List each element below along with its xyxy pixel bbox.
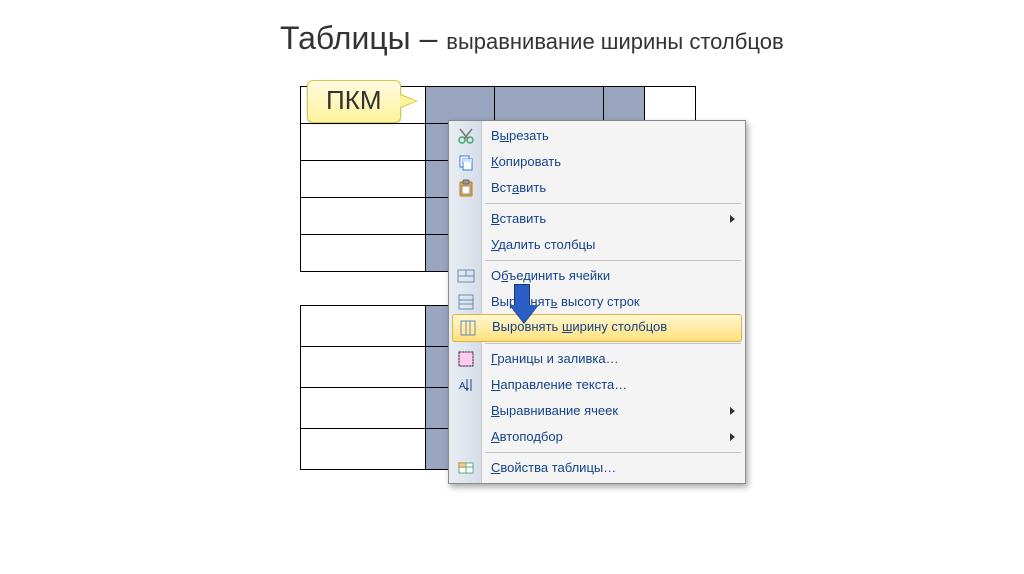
- menu-item-insert[interactable]: Вставить: [451, 206, 743, 232]
- menu-item-merge-cells[interactable]: Объединить ячейки: [451, 263, 743, 289]
- menu-item-distribute-rows[interactable]: Выровнять высоту строк: [451, 289, 743, 315]
- title-sub: выравнивание ширины столбцов: [446, 29, 783, 54]
- table-cell-selected: [495, 87, 604, 124]
- menu-separator: [485, 260, 741, 261]
- menu-label: Вставить: [491, 180, 546, 195]
- menu-item-copy[interactable]: Копировать: [451, 149, 743, 175]
- menu-label: Копировать: [491, 154, 561, 169]
- menu-item-borders[interactable]: Границы и заливка…: [451, 346, 743, 372]
- table-cell: [645, 87, 696, 124]
- text-direction-icon: A: [457, 376, 475, 394]
- menu-separator: [485, 452, 741, 453]
- menu-label: Автоподбор: [491, 429, 563, 444]
- menu-label: Свойства таблицы…: [491, 460, 616, 475]
- context-menu: Вырезать Копировать Вставить Вставить Уд…: [448, 120, 746, 484]
- title-main: Таблицы –: [280, 20, 446, 56]
- menu-label: Вырезать: [491, 128, 549, 143]
- submenu-arrow-icon: [730, 407, 735, 415]
- scissors-icon: [457, 127, 475, 145]
- callout-right-click: ПКМ: [307, 80, 401, 123]
- distribute-rows-icon: [457, 293, 475, 311]
- menu-item-autofit[interactable]: Автоподбор: [451, 424, 743, 450]
- paste-icon: [457, 179, 475, 197]
- menu-item-cut[interactable]: Вырезать: [451, 123, 743, 149]
- table-cell-selected: [604, 87, 645, 124]
- svg-text:A: A: [459, 381, 466, 392]
- menu-label: Удалить столбцы: [491, 237, 595, 252]
- distribute-columns-icon: [459, 319, 477, 337]
- menu-item-table-properties[interactable]: Свойства таблицы…: [451, 455, 743, 481]
- page-title: Таблицы – выравнивание ширины столбцов: [280, 20, 784, 57]
- pointer-arrow-icon: [510, 284, 534, 324]
- menu-label: Вставить: [491, 211, 546, 226]
- merge-cells-icon: [457, 267, 475, 285]
- submenu-arrow-icon: [730, 433, 735, 441]
- table-properties-icon: [457, 459, 475, 477]
- submenu-arrow-icon: [730, 215, 735, 223]
- menu-item-paste[interactable]: Вставить: [451, 175, 743, 201]
- menu-separator: [485, 203, 741, 204]
- menu-label: Объединить ячейки: [491, 268, 610, 283]
- copy-icon: [457, 153, 475, 171]
- menu-item-delete-columns[interactable]: Удалить столбцы: [451, 232, 743, 258]
- menu-item-distribute-columns[interactable]: Выровнять ширину столбцов: [452, 314, 742, 342]
- menu-label: Направление текста…: [491, 377, 627, 392]
- menu-item-text-direction[interactable]: A Направление текста…: [451, 372, 743, 398]
- callout-label: ПКМ: [326, 85, 382, 115]
- menu-label: Выравнивание ячеек: [491, 403, 618, 418]
- borders-icon: [457, 350, 475, 368]
- menu-separator: [485, 343, 741, 344]
- menu-label: Границы и заливка…: [491, 351, 619, 366]
- table-cell-selected: [426, 87, 495, 124]
- menu-item-cell-alignment[interactable]: Выравнивание ячеек: [451, 398, 743, 424]
